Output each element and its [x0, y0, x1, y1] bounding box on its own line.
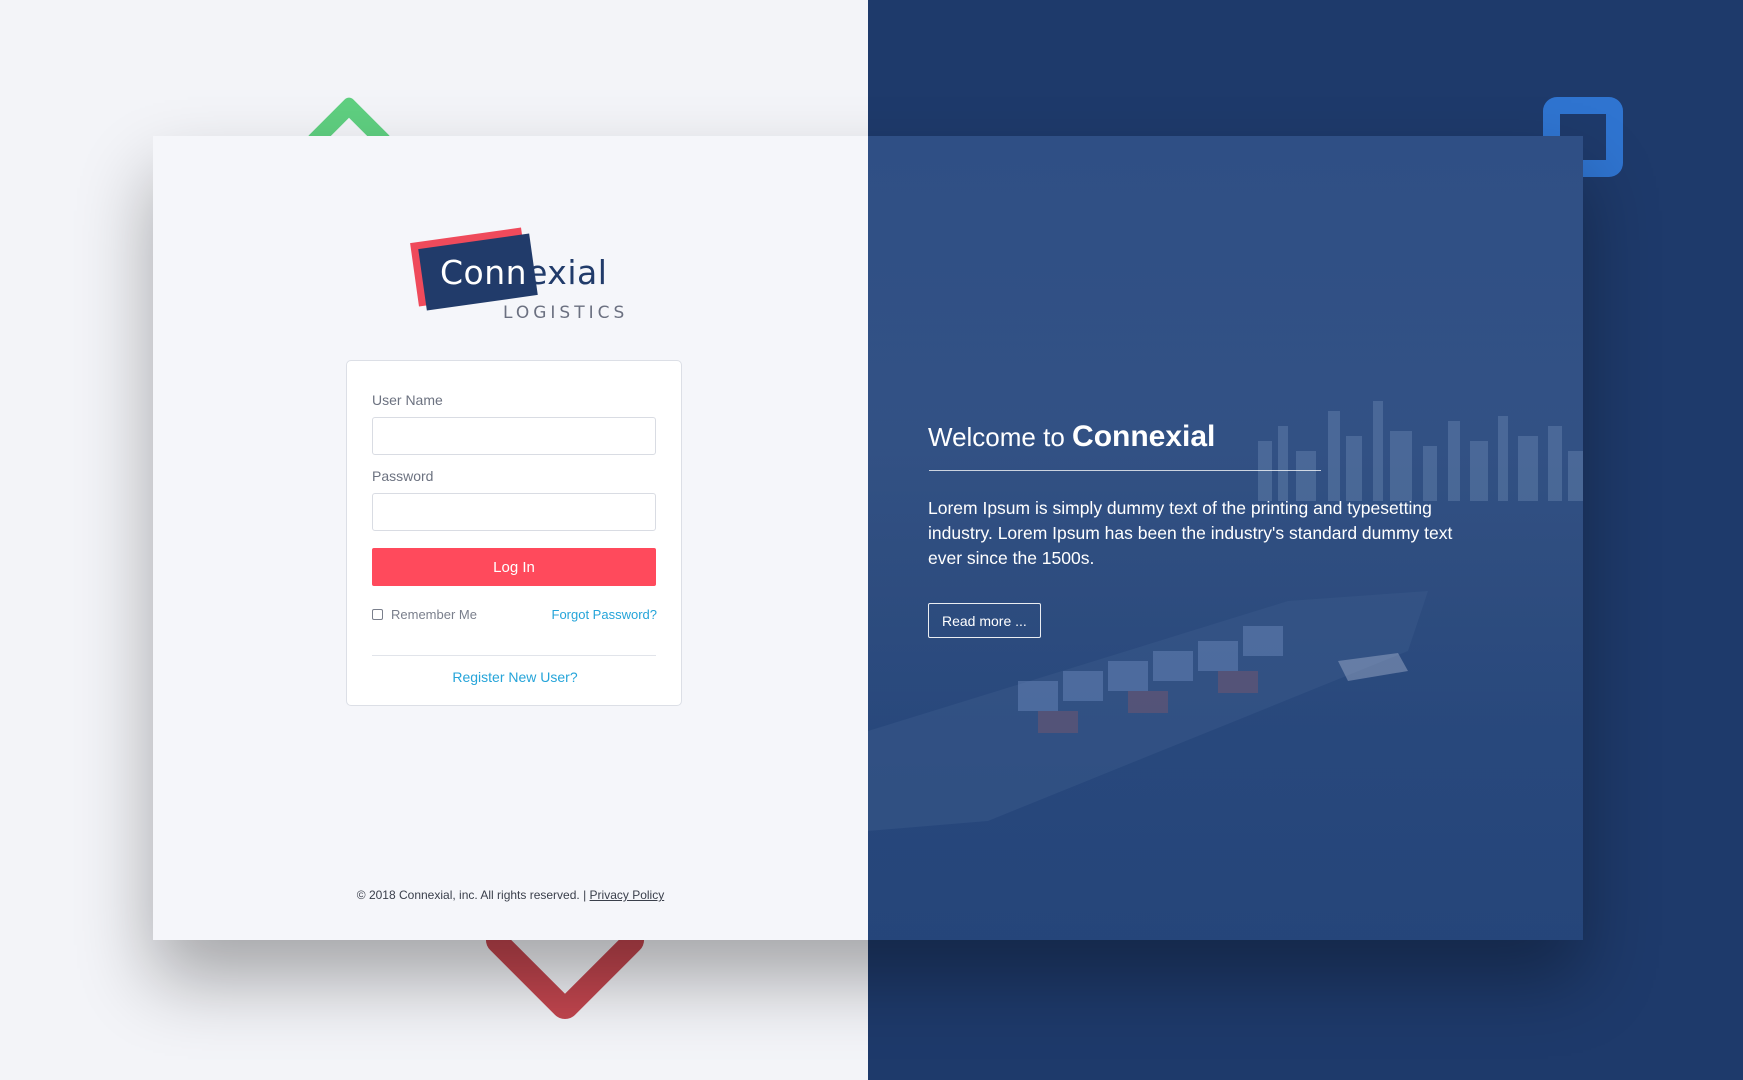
remember-me[interactable]: Remember Me — [372, 607, 477, 622]
welcome-brand: Connexial — [1072, 420, 1216, 453]
remember-me-checkbox[interactable] — [372, 609, 383, 620]
username-input[interactable] — [372, 417, 656, 455]
login-button[interactable]: Log In — [372, 548, 656, 586]
login-panel: Connexial LOGISTICS User Name Password L… — [153, 136, 868, 940]
hero-panel: Welcome to Connexial Lorem Ipsum is simp… — [868, 136, 1583, 940]
login-page: Connexial LOGISTICS User Name Password L… — [0, 0, 1743, 1080]
welcome-description: Lorem Ipsum is simply dummy text of the … — [928, 498, 1453, 568]
welcome-prefix: Welcome to — [928, 422, 1065, 452]
remember-me-label: Remember Me — [391, 607, 477, 622]
form-divider — [372, 655, 656, 656]
privacy-policy-link[interactable]: Privacy Policy — [590, 888, 665, 902]
welcome-underline — [929, 470, 1321, 471]
company-logo: Connexial LOGISTICS — [410, 227, 633, 329]
read-more-button[interactable]: Read more ... — [928, 603, 1041, 638]
city-skyline-image — [1258, 401, 1583, 501]
register-link[interactable]: Register New User? — [347, 669, 683, 685]
welcome-heading: Welcome to Connexial — [928, 420, 1215, 454]
footer: © 2018 Connexial, inc. All rights reserv… — [153, 888, 868, 902]
password-label: Password — [372, 468, 434, 484]
forgot-password-link[interactable]: Forgot Password? — [552, 607, 658, 622]
logo-wordmark-part1: Conn — [440, 253, 528, 292]
login-card: Connexial LOGISTICS User Name Password L… — [153, 136, 1583, 940]
username-label: User Name — [372, 392, 443, 408]
logo-wordmark-part2: exial — [527, 253, 608, 292]
logo-subtitle: LOGISTICS — [503, 303, 629, 323]
password-input[interactable] — [372, 493, 656, 531]
copyright-text: © 2018 Connexial, inc. All rights reserv… — [356, 888, 587, 902]
logo-wordmark: Connexial — [440, 253, 607, 292]
login-form: User Name Password Log In Remember Me Fo… — [346, 360, 682, 706]
